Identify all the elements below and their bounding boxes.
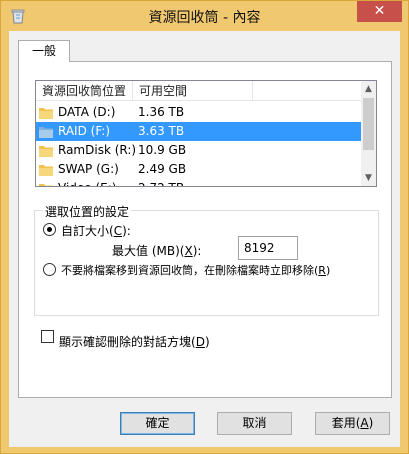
cancel-button[interactable]: 取消: [217, 412, 292, 435]
free-space: 1.36 TB: [138, 105, 185, 119]
window-title: 資源回收筒 - 內容: [148, 10, 261, 26]
group-title: 選取位置的設定: [43, 203, 132, 220]
delete-immediately-label[interactable]: 不要將檔案移到資源回收筒，在刪除檔案時立即移除(R): [61, 262, 330, 278]
folder-icon: [39, 125, 53, 138]
apply-button[interactable]: 套用(A): [315, 412, 390, 435]
drive-name: RAID (F:): [58, 124, 111, 138]
list-item[interactable]: RamDisk (R:) 10.9 GB: [36, 141, 361, 160]
title-bar[interactable]: 資源回收筒 - 內容 ✕: [1, 1, 408, 31]
drive-name: RamDisk (R:): [58, 143, 137, 157]
confirm-dialog-label[interactable]: 顯示確認刪除的對話方塊(D): [59, 333, 210, 350]
folder-icon: [39, 144, 53, 157]
max-size-label: 最大值 (MB)(X):: [112, 244, 202, 258]
tab-general[interactable]: 一般: [18, 40, 70, 62]
free-space: 2.72 TB: [138, 179, 184, 186]
folder-icon: [39, 182, 53, 186]
folder-icon: [39, 163, 53, 176]
list-item[interactable]: Video (E:) 2.72 TB: [36, 179, 361, 186]
properties-window: 資源回收筒 - 內容 ✕ 一般 資源回收筒位置 可用空間 DATA (D:) 1…: [0, 0, 409, 454]
list-item[interactable]: SWAP (G:) 2.49 GB: [36, 160, 361, 179]
free-space: 2.49 GB: [138, 162, 187, 176]
close-button[interactable]: ✕: [357, 1, 402, 22]
scroll-down-arrow-icon[interactable]: ▼: [361, 170, 376, 186]
drive-name: Video (E:): [58, 179, 116, 186]
drive-name: SWAP (G:): [58, 162, 119, 176]
ok-button[interactable]: 確定: [120, 412, 195, 435]
tab-panel-general: 資源回收筒位置 可用空間 DATA (D:) 1.36 TB RAID (F:)…: [18, 61, 392, 398]
custom-size-radio[interactable]: [43, 223, 56, 236]
list-item[interactable]: DATA (D:) 1.36 TB: [36, 103, 361, 122]
list-header: 資源回收筒位置 可用空間: [36, 81, 361, 101]
dialog-client-area: 一般 資源回收筒位置 可用空間 DATA (D:) 1.36 TB RAID (…: [9, 31, 400, 447]
column-header-free-space[interactable]: 可用空間: [133, 81, 253, 101]
location-list[interactable]: 資源回收筒位置 可用空間 DATA (D:) 1.36 TB RAID (F:)…: [35, 80, 362, 187]
list-scrollbar[interactable]: ▲ ▼: [361, 80, 377, 187]
free-space: 3.63 TB: [138, 124, 185, 138]
scroll-thumb[interactable]: [363, 98, 374, 150]
free-space: 10.9 GB: [138, 143, 187, 157]
drive-name: DATA (D:): [58, 105, 116, 119]
custom-size-label[interactable]: 自訂大小(C):: [61, 222, 131, 239]
folder-icon: [39, 106, 53, 119]
list-item-selected[interactable]: RAID (F:) 3.63 TB: [36, 122, 361, 141]
confirm-dialog-checkbox[interactable]: [41, 330, 54, 343]
delete-immediately-radio[interactable]: [43, 263, 56, 276]
scroll-up-arrow-icon[interactable]: ▲: [361, 81, 376, 97]
max-size-input[interactable]: 8192: [238, 236, 298, 260]
column-header-location[interactable]: 資源回收筒位置: [36, 81, 133, 101]
